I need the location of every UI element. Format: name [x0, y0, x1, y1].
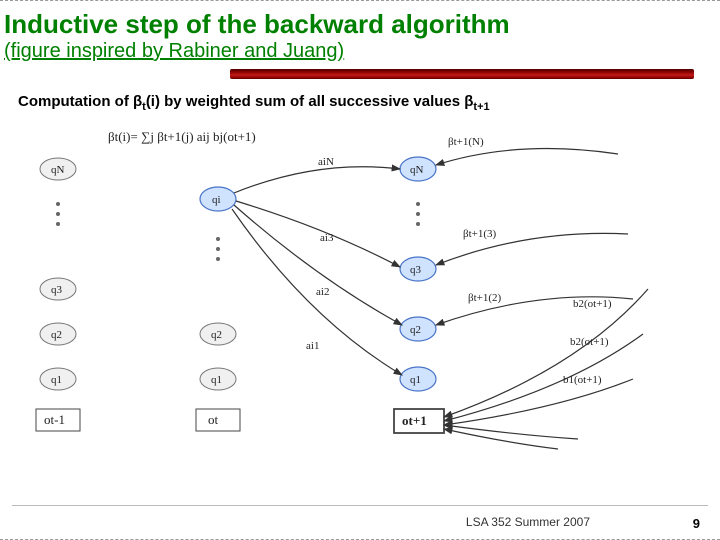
beta-3: βt+1(3): [463, 228, 497, 240]
a-iN: aiN: [318, 156, 334, 168]
beta-2: βt+1(2): [468, 292, 502, 304]
node-q3-right: q3: [410, 264, 422, 276]
page-number: 9: [693, 516, 700, 531]
node-qN-right: qN: [410, 164, 424, 176]
footer-divider: [12, 505, 708, 506]
beta-N: βt+1(N): [448, 136, 484, 148]
caption-text-1: Computation of β: [18, 93, 142, 110]
obs-t-1: ot-1: [44, 412, 65, 427]
caption: Computation of βt(i) by weighted sum of …: [0, 79, 720, 119]
caption-text-2: (i) by weighted sum of all successive va…: [146, 93, 474, 110]
node-q1-mid: q1: [211, 374, 222, 386]
node-q1-right: q1: [410, 374, 421, 386]
slide: Inductive step of the backward algorithm…: [0, 0, 720, 540]
middle-column: qi q2 q1 ot: [196, 187, 240, 431]
dots-right: [416, 202, 420, 226]
dots-left: [56, 202, 60, 226]
a-i2: ai2: [316, 286, 329, 298]
slide-subtitle: (figure inspired by Rabiner and Juang): [0, 40, 720, 69]
a-i1: ai1: [306, 340, 319, 352]
node-q1-left: q1: [51, 374, 62, 386]
node-q2-right: q2: [410, 324, 421, 336]
footer: LSA 352 Summer 2007 9: [0, 505, 720, 535]
node-qi: qi: [212, 194, 221, 206]
b2-a: b2(ot+1): [573, 298, 612, 310]
diagram: βt(i)= ∑j βt+1(j) aij bj(ot+1) qN q3 q2 …: [18, 119, 698, 459]
formula-text: βt(i)= ∑j βt+1(j) aij bj(ot+1): [108, 129, 256, 144]
obs-t: ot: [208, 412, 219, 427]
beta-edges: βt+1(N) βt+1(3) βt+1(2): [436, 136, 633, 325]
right-column: qN q3 q2 q1 ot+1: [394, 157, 444, 433]
obs-t1: ot+1: [402, 413, 427, 428]
transition-edges: aiN ai3 ai2 ai1: [232, 156, 402, 375]
slide-title: Inductive step of the backward algorithm: [0, 1, 720, 40]
footer-text: LSA 352 Summer 2007: [466, 515, 590, 529]
a-i3: ai3: [320, 232, 334, 244]
node-q3-left: q3: [51, 284, 63, 296]
node-q2-mid: q2: [211, 329, 222, 341]
caption-sub-2: t+1: [473, 101, 489, 113]
b2-b: b2(ot+1): [570, 336, 609, 348]
node-qN-left: qN: [51, 164, 65, 176]
divider-bar: [230, 69, 694, 79]
dots-mid: [216, 237, 220, 261]
node-q2-left: q2: [51, 329, 62, 341]
b1: b1(ot+1): [563, 374, 602, 386]
left-column: qN q3 q2 q1 ot-1: [36, 158, 80, 431]
